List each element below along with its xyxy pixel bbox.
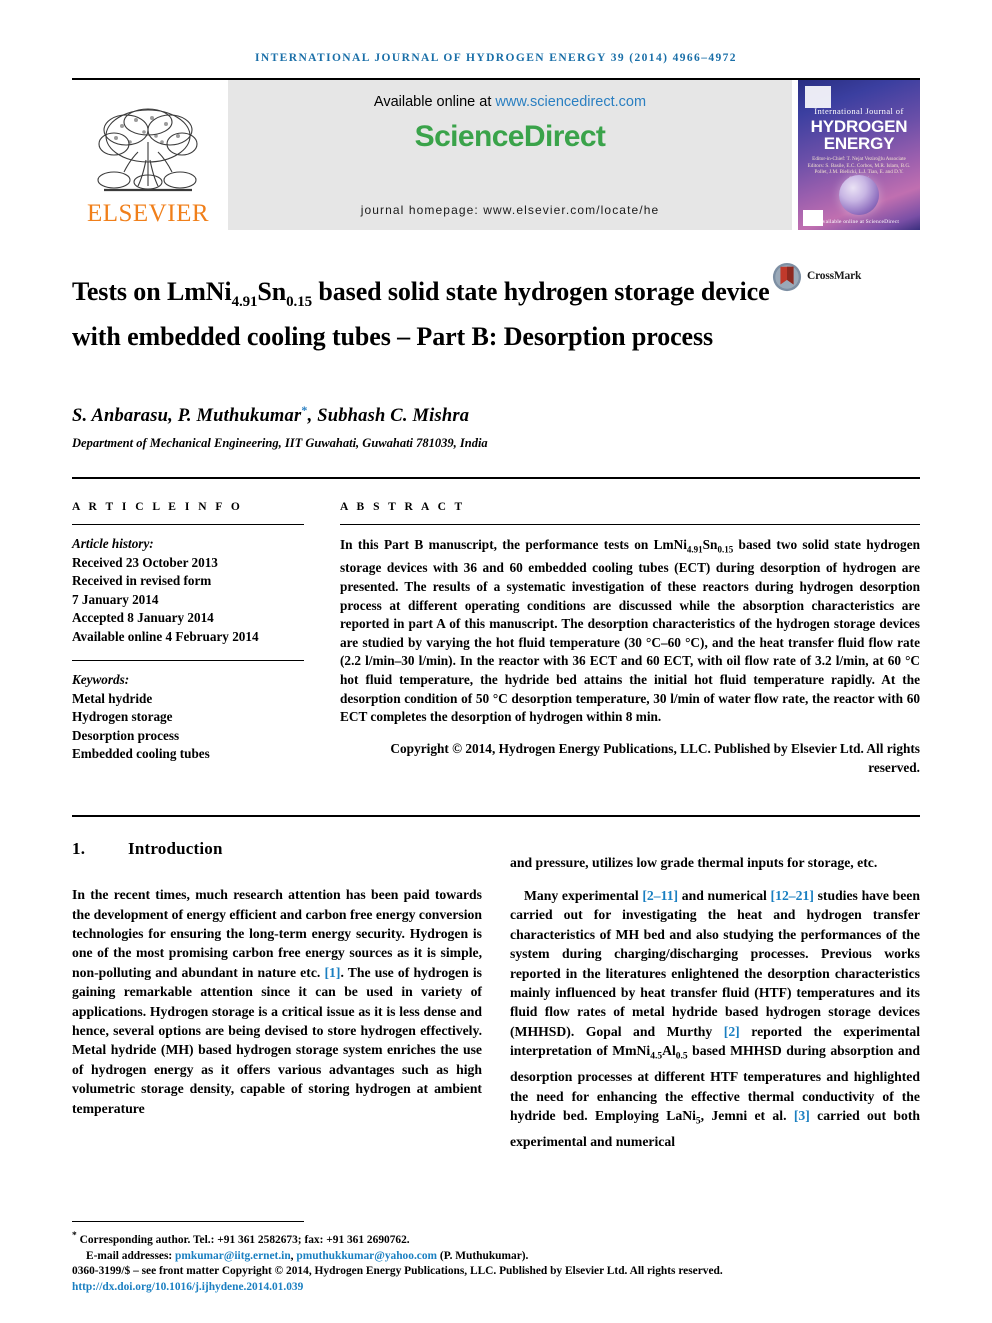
keyword-item: Embedded cooling tubes bbox=[72, 746, 210, 762]
email-link-1[interactable]: pmkumar@iitg.ernet.in bbox=[175, 1250, 291, 1262]
article-history-label: Article history: bbox=[72, 536, 154, 552]
available-online-text: Available online at bbox=[373, 94, 496, 110]
para2-text-a: Many experimental bbox=[524, 888, 643, 904]
intro-text-b: . The use of hydrogen is gaining remarka… bbox=[72, 964, 482, 1116]
cover-publisher-badge bbox=[805, 86, 831, 108]
email-addresses-line: E-mail addresses: pmkumar@iitg.ernet.in,… bbox=[72, 1249, 920, 1265]
body-left-column: 1. Introduction In the recent times, much… bbox=[72, 839, 482, 1165]
masthead: ELSEVIER Available online at www.science… bbox=[72, 78, 920, 230]
corresponding-author-note: * Corresponding author. Tel.: +91 361 25… bbox=[72, 1229, 920, 1248]
intro-paragraph-1-continued: and pressure, utilizes low grade thermal… bbox=[510, 854, 878, 870]
keyword-item: Metal hydride bbox=[72, 690, 153, 706]
info-abstract-block: A R T I C L E I N F O Article history: R… bbox=[72, 477, 920, 777]
elsevier-wordmark: ELSEVIER bbox=[86, 200, 210, 227]
sciencedirect-logo[interactable]: ScienceDirect bbox=[415, 120, 606, 154]
abstract-subscript-1: 4.91 bbox=[686, 544, 703, 555]
title-subscript-2: 0.15 bbox=[286, 294, 313, 311]
page-footer: * Corresponding author. Tel.: +91 361 25… bbox=[72, 1221, 920, 1323]
running-head: International Journal of Hydrogen Energy… bbox=[255, 52, 737, 64]
page-title: Tests on LmNi4.91Sn0.15 based solid stat… bbox=[72, 275, 772, 353]
corresponding-author-text: Corresponding author. Tel.: +91 361 2582… bbox=[76, 1234, 410, 1246]
email-link-2[interactable]: pmuthukkumar@yahoo.com bbox=[296, 1250, 437, 1262]
article-history-item: 7 January 2014 bbox=[72, 591, 159, 607]
available-online-line: Available online at www.sciencedirect.co… bbox=[374, 94, 646, 110]
abstract-part-2: Sn bbox=[702, 537, 718, 553]
keyword-item: Hydrogen storage bbox=[72, 709, 173, 725]
abstract-rule bbox=[340, 524, 920, 526]
body-columns: 1. Introduction In the recent times, much… bbox=[72, 839, 920, 1165]
footer-rule bbox=[72, 1221, 304, 1223]
sciencedirect-logo-direct: Direct bbox=[523, 120, 606, 153]
article-history-item: Received in revised form bbox=[72, 573, 212, 589]
para2-text-c: studies have been carried out for invest… bbox=[510, 888, 920, 1039]
formula-al: Al bbox=[662, 1043, 676, 1059]
author-names: S. Anbarasu, P. Muthukumar bbox=[72, 406, 302, 427]
abstract-subscript-2: 0.15 bbox=[717, 544, 734, 555]
journal-homepage-line[interactable]: journal homepage: www.elsevier.com/locat… bbox=[361, 203, 660, 217]
title-row: Tests on LmNi4.91Sn0.15 based solid stat… bbox=[72, 258, 920, 371]
abstract-copyright: Copyright © 2014, Hydrogen Energy Public… bbox=[390, 741, 920, 775]
crossmark-icon bbox=[772, 262, 802, 292]
article-info-column: A R T I C L E I N F O Article history: R… bbox=[72, 501, 304, 777]
formula-subscript-05: 0.5 bbox=[675, 1052, 688, 1062]
body-separator bbox=[72, 815, 920, 818]
email-label: E-mail addresses: bbox=[86, 1249, 176, 1262]
keyword-item: Desorption process bbox=[72, 727, 180, 743]
para2-text-b: and numerical bbox=[678, 888, 771, 904]
title-part-1: Tests on LmNi bbox=[72, 277, 232, 307]
abstract-text: In this Part B manuscript, the performan… bbox=[340, 536, 920, 727]
section-title: Introduction bbox=[128, 839, 223, 859]
sciencedirect-banner: Available online at www.sciencedirect.co… bbox=[228, 80, 792, 230]
section-number: 1. bbox=[72, 839, 86, 859]
formula-subscript-45: 4.5 bbox=[650, 1052, 663, 1062]
doi-link[interactable]: http://dx.doi.org/10.1016/j.ijhydene.201… bbox=[72, 1280, 920, 1296]
cover-bottom-text: Available online at ScienceDirect bbox=[818, 219, 900, 225]
keywords-label: Keywords: bbox=[72, 672, 130, 688]
sciencedirect-logo-science: Science bbox=[414, 120, 525, 153]
keywords-block: Keywords: Metal hydride Hydrogen storage… bbox=[72, 671, 304, 764]
citation-ref-2[interactable]: [2] bbox=[724, 1024, 740, 1039]
citation-ref-1[interactable]: [1] bbox=[324, 965, 340, 980]
issn-copyright-line: 0360-3199/$ – see front matter Copyright… bbox=[72, 1265, 723, 1277]
article-history: Article history: Received 23 October 201… bbox=[72, 535, 304, 646]
citation-ref-3[interactable]: [3] bbox=[794, 1108, 810, 1123]
citation-ref-12-21[interactable]: [12–21] bbox=[771, 888, 814, 903]
sciencedirect-url-link[interactable]: www.sciencedirect.com bbox=[495, 94, 646, 110]
intro-paragraph-2: Many experimental [2–11] and numerical [… bbox=[510, 886, 920, 1152]
cover-journal-name: HYDROGEN ENERGY bbox=[798, 118, 920, 152]
author-names-tail: , Subhash C. Mishra bbox=[307, 406, 470, 427]
article-history-item: Accepted 8 January 2014 bbox=[72, 610, 214, 626]
article-info-heading: A R T I C L E I N F O bbox=[72, 501, 243, 514]
abstract-heading: A B S T R A C T bbox=[340, 501, 466, 514]
crossmark-badge[interactable]: CrossMark bbox=[772, 258, 892, 371]
article-history-item: Received 23 October 2013 bbox=[72, 554, 218, 570]
abstract-part-3: based two solid state hydrogen storage d… bbox=[340, 537, 921, 725]
intro-paragraph-1: In the recent times, much research atten… bbox=[72, 885, 482, 1118]
body-right-column: and pressure, utilizes low grade thermal… bbox=[510, 839, 920, 1165]
keywords-rule bbox=[72, 660, 304, 662]
title-part-2: Sn bbox=[257, 277, 287, 307]
journal-cover-image: International Journal of HYDROGEN ENERGY… bbox=[798, 80, 920, 230]
article-history-item: Available online 4 February 2014 bbox=[72, 628, 259, 644]
author-list: S. Anbarasu, P. Muthukumar*, Subhash C. … bbox=[72, 403, 920, 427]
section-heading-introduction: 1. Introduction bbox=[72, 839, 482, 859]
abstract-column: A B S T R A C T In this Part B manuscrip… bbox=[340, 501, 920, 777]
article-page: International Journal of Hydrogen Energy… bbox=[0, 0, 992, 1323]
cover-journal-name-line2: ENERGY bbox=[823, 134, 895, 153]
cover-journal-name-line1: HYDROGEN bbox=[810, 117, 908, 136]
crossmark-label: CrossMark bbox=[807, 270, 862, 282]
affiliation: Department of Mechanical Engineering, II… bbox=[72, 436, 488, 451]
para2-text-f: , Jemni et al. bbox=[700, 1108, 794, 1124]
citation-ref-2-11[interactable]: [2–11] bbox=[642, 888, 678, 903]
article-info-rule bbox=[72, 524, 304, 526]
abstract-part-1: In this Part B manuscript, the performan… bbox=[340, 537, 687, 553]
cover-sphere-graphic bbox=[839, 175, 879, 215]
elsevier-tree-icon bbox=[97, 108, 198, 192]
title-subscript-1: 4.91 bbox=[231, 294, 258, 311]
email-owner: (P. Muthukumar). bbox=[437, 1249, 529, 1262]
cover-title-line: International Journal of bbox=[814, 106, 904, 116]
elsevier-logo: ELSEVIER bbox=[72, 80, 224, 230]
